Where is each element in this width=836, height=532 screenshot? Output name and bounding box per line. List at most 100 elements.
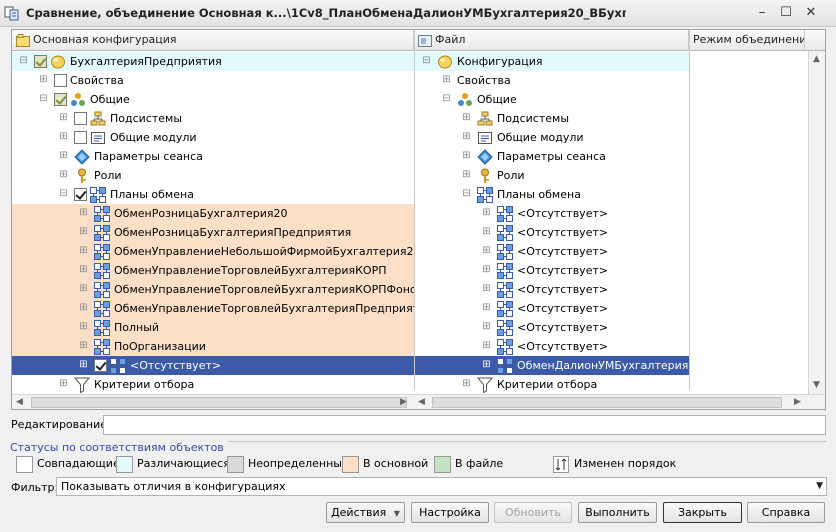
right-tree-row[interactable]: ⊟ Общие [415,90,689,109]
vertical-scrollbar[interactable]: ▲ ▼ [808,51,825,394]
merge-checkbox[interactable] [94,359,107,372]
merge-checkbox[interactable] [34,55,47,68]
left-tree-row[interactable]: ⊞ Свойства [12,71,414,90]
expand-icon[interactable]: ⊞ [461,379,472,390]
right-tree-row[interactable]: ⊞ <Отсутствует> [415,261,689,280]
right-tree-row[interactable]: ⊞ Общие модули [415,128,689,147]
right-tree-row[interactable]: ⊞ <Отсутствует> [415,280,689,299]
expand-icon[interactable]: ⊞ [481,265,492,276]
column-header-mode[interactable]: Режим объединения и [689,30,805,51]
left-tree-row[interactable]: ⊞ ПоОрганизации [12,337,414,356]
left-tree-row[interactable]: ⊞ ОбменРозницаБухгалтерия20 [12,204,414,223]
right-tree-row[interactable]: ⊞ <Отсутствует> [415,204,689,223]
column-header-file[interactable]: Файл [414,30,689,51]
expand-icon[interactable]: ⊞ [481,284,492,295]
actions-menu-button[interactable]: Действия ▼ [326,502,405,523]
editing-field[interactable] [103,415,826,435]
right-tree-row[interactable]: ⊞ ОбменДалионУМБухгалтерия20 [415,356,689,375]
left-tree-row[interactable]: ⊞ Критерии отбора [12,375,414,394]
expand-icon[interactable]: ⊞ [461,151,472,162]
left-tree-row[interactable]: ⊞ ОбменРозницаБухгалтерияПредприятия [12,223,414,242]
expand-icon[interactable]: ⊞ [441,75,452,86]
left-tree-row[interactable]: ⊞ Полный [12,318,414,337]
expand-icon[interactable]: ⊞ [481,322,492,333]
expand-icon[interactable]: ⊞ [38,75,49,86]
right-tree-row[interactable]: ⊞ Параметры сеанса [415,147,689,166]
expand-icon[interactable]: ⊞ [58,151,69,162]
left-tree-row[interactable]: ⊞ ОбменУправлениеТорговлейБухгалтерияКОРП… [12,280,414,299]
expand-icon[interactable]: ⊞ [58,170,69,181]
right-tree-row[interactable]: ⊞ Критерии отбора [415,375,689,394]
scroll-right-icon[interactable]: ▶ [794,397,801,407]
right-tree-row[interactable]: ⊞ Свойства [415,71,689,90]
execute-button[interactable]: Выполнить [578,502,657,523]
expand-icon[interactable]: ⊞ [78,284,89,295]
merge-checkbox[interactable] [54,93,67,106]
expand-icon[interactable]: ⊞ [461,113,472,124]
help-button[interactable]: Справка [747,502,825,523]
left-tree-row[interactable]: ⊟ БухгалтерияПредприятия [12,52,414,71]
close-icon[interactable]: ✕ [801,3,821,23]
expand-icon[interactable]: ⊞ [78,265,89,276]
dropdown-arrow-icon[interactable]: ▼ [816,478,823,495]
expand-icon[interactable]: ⊞ [481,360,492,371]
expand-icon[interactable]: ⊞ [461,170,472,181]
right-tree-row[interactable]: ⊞ Подсистемы [415,109,689,128]
left-tree-row[interactable]: ⊞ Параметры сеанса [12,147,414,166]
expand-icon[interactable]: ⊞ [78,341,89,352]
expand-icon[interactable]: ⊞ [481,208,492,219]
expand-icon[interactable]: ⊞ [481,303,492,314]
expand-icon[interactable]: ⊞ [78,360,89,371]
right-tree-row[interactable]: ⊞ <Отсутствует> [415,242,689,261]
right-tree-row[interactable]: ⊞ <Отсутствует> [415,337,689,356]
scroll-left-icon[interactable]: ◀ [418,397,425,407]
right-tree-row[interactable]: ⊟ Конфигурация [415,52,689,71]
collapse-icon[interactable]: ⊟ [18,56,29,67]
collapse-icon[interactable]: ⊟ [441,94,452,105]
right-tree-row[interactable]: ⊞ <Отсутствует> [415,299,689,318]
collapse-icon[interactable]: ⊟ [38,94,49,105]
scroll-right-icon[interactable]: ▶ [400,397,407,407]
column-header-main[interactable]: Основная конфигурация [12,30,414,51]
expand-icon[interactable]: ⊞ [78,322,89,333]
left-tree-row[interactable]: ⊞ Общие модули [12,128,414,147]
left-tree-row[interactable]: ⊞ <Отсутствует> [12,356,414,375]
expand-icon[interactable]: ⊞ [78,246,89,257]
collapse-icon[interactable]: ⊟ [58,189,69,200]
maximize-icon[interactable]: ☐ [776,3,796,23]
minimize-icon[interactable]: – [752,3,772,23]
expand-icon[interactable]: ⊞ [58,379,69,390]
right-tree-row[interactable]: ⊞ <Отсутствует> [415,223,689,242]
expand-icon[interactable]: ⊞ [78,208,89,219]
merge-checkbox[interactable] [74,131,87,144]
expand-icon[interactable]: ⊞ [78,227,89,238]
expand-icon[interactable]: ⊞ [58,132,69,143]
horizontal-scrollbar[interactable]: ◀ ▶ ◀ ▶ [12,394,825,409]
scroll-up-icon[interactable]: ▲ [813,54,820,64]
horizontal-scroll-thumb[interactable] [432,397,782,408]
left-tree-row[interactable]: ⊞ Роли [12,166,414,185]
expand-icon[interactable]: ⊞ [78,303,89,314]
expand-icon[interactable]: ⊞ [481,246,492,257]
expand-icon[interactable]: ⊞ [481,227,492,238]
merge-checkbox[interactable] [74,188,87,201]
scroll-left-icon[interactable]: ◀ [16,397,23,407]
expand-icon[interactable]: ⊞ [461,132,472,143]
horizontal-scroll-thumb[interactable] [31,397,407,408]
close-button[interactable]: Закрыть [663,502,742,523]
scroll-down-icon[interactable]: ▼ [813,380,820,390]
right-tree-row[interactable]: ⊞ <Отсутствует> [415,318,689,337]
left-tree-row[interactable]: ⊞ ОбменУправлениеТорговлейБухгалтерияКОРП [12,261,414,280]
comparison-tree[interactable]: Основная конфигурация Файл Режим объедин… [11,29,826,410]
settings-button[interactable]: Настройка [411,502,489,523]
collapse-icon[interactable]: ⊟ [461,189,472,200]
expand-icon[interactable]: ⊞ [481,341,492,352]
merge-checkbox[interactable] [54,74,67,87]
refresh-button[interactable]: Обновить [494,502,572,523]
left-tree-row[interactable]: ⊟ Общие [12,90,414,109]
right-tree-row[interactable]: ⊞ Роли [415,166,689,185]
collapse-icon[interactable]: ⊟ [421,56,432,67]
left-tree-row[interactable]: ⊞ ОбменУправлениеНебольшойФирмойБухгалтер… [12,242,414,261]
expand-icon[interactable]: ⊞ [58,113,69,124]
right-tree-row[interactable]: ⊟ Планы обмена [415,185,689,204]
